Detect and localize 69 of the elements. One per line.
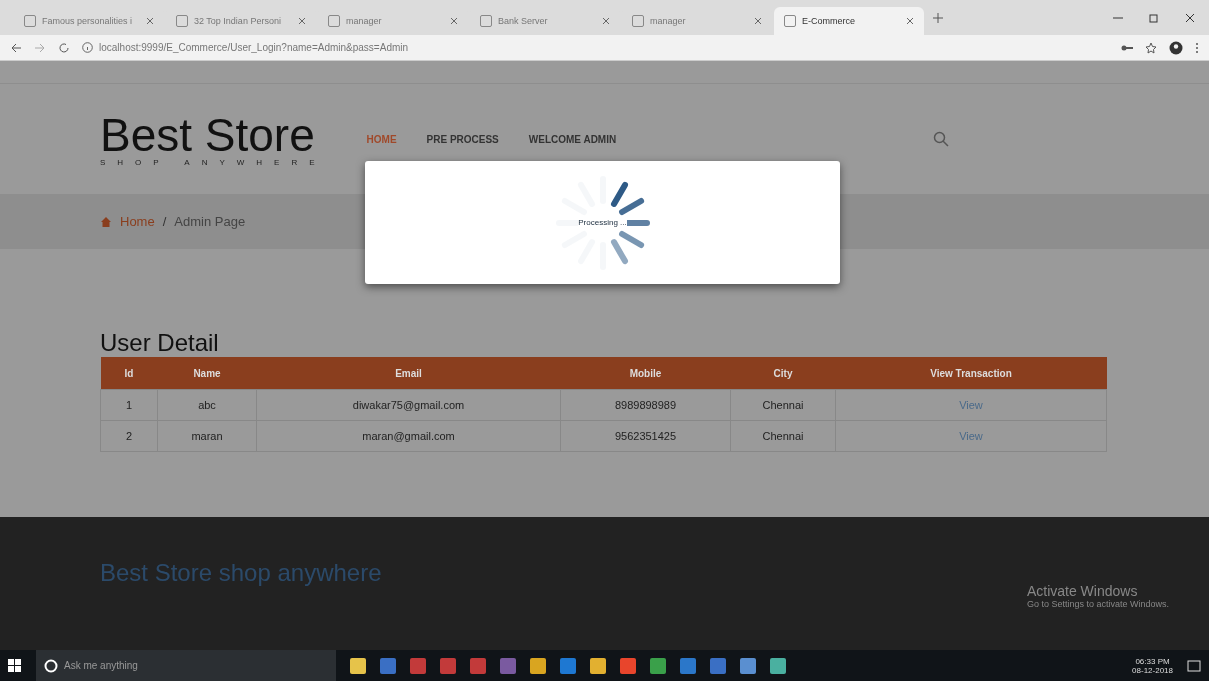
menu-icon[interactable]	[1195, 41, 1199, 54]
key-icon[interactable]	[1121, 43, 1133, 52]
table-cell: Chennai	[730, 420, 836, 452]
column-header: Email	[256, 357, 561, 390]
reload-icon[interactable]	[58, 41, 70, 54]
address-field[interactable]: localhost:9999/E_Commerce/User_Login?name=Admin&pass=Admin	[99, 42, 409, 53]
close-icon[interactable]	[906, 17, 914, 25]
favicon-icon	[784, 15, 796, 27]
table-cell: diwakar75@gmail.com	[256, 389, 561, 421]
breadcrumb-separator: /	[162, 214, 167, 229]
close-icon[interactable]	[146, 17, 154, 25]
close-icon[interactable]	[298, 17, 306, 25]
column-header: Id	[100, 357, 158, 390]
table-cell: 2	[100, 420, 158, 452]
account-icon[interactable]	[1169, 40, 1183, 55]
table-cell: maran	[157, 420, 257, 452]
column-header: Mobile	[560, 357, 731, 390]
star-icon[interactable]	[1145, 41, 1157, 54]
app-icon[interactable]	[530, 657, 546, 674]
new-tab-icon[interactable]	[932, 11, 944, 24]
windows-start-icon[interactable]	[8, 658, 22, 673]
table-cell: abc	[157, 389, 257, 421]
table-cell: 1	[100, 389, 158, 421]
search-icon[interactable]	[933, 131, 949, 147]
app-icon[interactable]	[590, 657, 606, 674]
column-header: View Transaction	[835, 357, 1107, 390]
favicon-icon	[24, 15, 36, 27]
breadcrumb-link[interactable]: Home	[120, 214, 155, 229]
notification-icon[interactable]	[1187, 658, 1201, 673]
app-icon[interactable]	[620, 657, 636, 674]
nav-link[interactable]: PRE PROCESS	[426, 133, 499, 145]
table-cell: 8989898989	[560, 389, 731, 421]
logo-tagline: SHOP ANYWHERE	[100, 157, 327, 167]
table-cell: maran@gmail.com	[256, 420, 561, 452]
store-logo[interactable]: Best Store	[100, 111, 327, 158]
cortana-icon	[44, 658, 58, 673]
back-icon[interactable]	[10, 41, 22, 54]
footer-title: Best Store shop anywhere	[100, 559, 382, 587]
table-cell: Chennai	[730, 389, 836, 421]
favicon-icon	[176, 15, 188, 27]
favicon-icon	[632, 15, 644, 27]
favicon-icon	[328, 15, 340, 27]
view-link[interactable]: View	[959, 399, 983, 411]
favicon-icon	[480, 15, 492, 27]
close-icon[interactable]	[602, 17, 610, 25]
home-icon	[100, 215, 112, 228]
restore-icon[interactable]	[1149, 12, 1159, 23]
nav-link[interactable]: WELCOME ADMIN	[528, 133, 617, 145]
browser-tab[interactable]: E-Commerce	[774, 7, 924, 35]
activation-title: Activate Windows	[1026, 583, 1139, 599]
close-icon[interactable]	[1185, 12, 1195, 23]
app-icon[interactable]	[650, 657, 666, 674]
close-icon[interactable]	[754, 17, 762, 25]
app-icon[interactable]	[770, 657, 786, 674]
activation-hint: Go to Settings to activate Windows.	[1026, 599, 1169, 609]
nav-link[interactable]: HOME	[366, 133, 397, 145]
search-field[interactable]: Ask me anything	[36, 650, 336, 681]
section-title: User Detail	[100, 329, 220, 357]
app-icon[interactable]	[350, 657, 366, 674]
processing-message: Processing ...	[578, 218, 627, 227]
breadcrumb-current: Admin Page	[174, 214, 246, 229]
app-icon[interactable]	[740, 657, 756, 674]
column-header: City	[730, 357, 836, 390]
taskbar-clock[interactable]: 06:33 PM 08-12-2018	[1132, 656, 1173, 675]
column-header: Name	[157, 357, 257, 390]
table-cell: 9562351425	[560, 420, 731, 452]
view-link[interactable]: View	[959, 430, 983, 442]
close-icon[interactable]	[450, 17, 458, 25]
info-icon[interactable]	[82, 42, 93, 53]
